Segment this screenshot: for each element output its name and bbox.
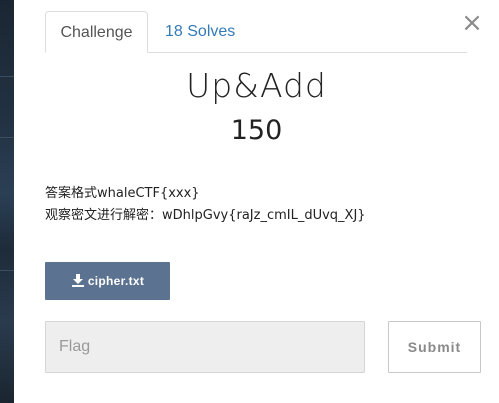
- challenge-description-line: 观察密文进行解密：wDhlpGvy{raJz_cmIL_dUvq_XJ}: [45, 208, 366, 223]
- challenge-description-line: 答案格式whaleCTF{xxx}: [45, 186, 200, 201]
- challenge-value: 150: [230, 115, 283, 146]
- modal-tabs: Challenge 18 Solves: [45, 11, 467, 53]
- flag-input[interactable]: [45, 321, 365, 373]
- page-backdrop: [0, 0, 14, 403]
- backdrop-line: [0, 137, 14, 138]
- challenge-name: Up&Add: [186, 66, 327, 105]
- download-icon: [71, 274, 84, 287]
- download-file-label: cipher.txt: [87, 274, 145, 288]
- backdrop-line: [0, 270, 14, 271]
- download-file-button[interactable]: cipher.txt: [45, 262, 170, 300]
- tab-solves[interactable]: 18 Solves: [149, 11, 251, 51]
- backdrop-line: [0, 76, 14, 77]
- submit-button[interactable]: Submit: [388, 321, 481, 373]
- tab-challenge[interactable]: Challenge: [45, 11, 148, 53]
